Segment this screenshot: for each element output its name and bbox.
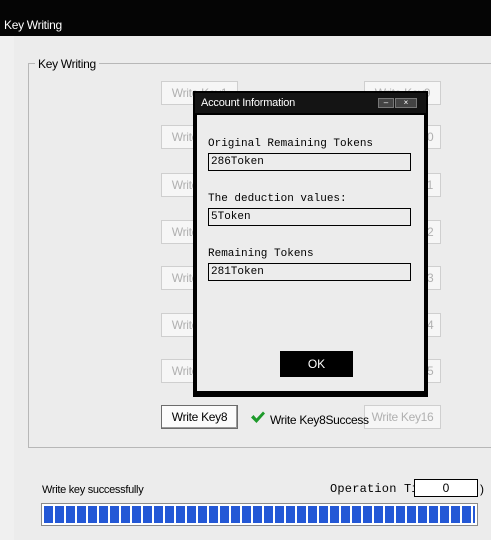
window-title: Key Writing <box>4 18 62 32</box>
close-icon[interactable]: × <box>395 98 417 108</box>
original-tokens-field[interactable]: 286Token <box>208 153 411 171</box>
progress-fill <box>44 506 475 523</box>
progress-bar <box>41 503 478 526</box>
deduction-field[interactable]: 5Token <box>208 208 411 226</box>
operation-time-label: Operation Tim <box>330 482 427 496</box>
original-tokens-label: Original Remaining Tokens <box>208 138 374 150</box>
operation-time-suffix: ) <box>480 482 484 496</box>
deduction-label: The deduction values: <box>208 193 347 205</box>
title-bar[interactable]: Key Writing <box>0 0 491 36</box>
groupbox-label: Key Writing <box>35 57 99 71</box>
dialog-body: Original Remaining Tokens 286Token The d… <box>197 115 424 391</box>
account-information-dialog: Account Information – × Original Remaini… <box>193 91 428 397</box>
write-key16-button[interactable]: Write Key16 <box>364 405 441 429</box>
status-message: Write key successfully <box>42 484 144 496</box>
write-key8-button[interactable]: Write Key8 <box>161 405 238 429</box>
write-success-message: Write Key8Success <box>270 413 369 427</box>
remaining-tokens-label: Remaining Tokens <box>208 248 314 260</box>
operation-time-value: 0 <box>414 479 478 497</box>
remaining-tokens-field[interactable]: 281Token <box>208 263 411 281</box>
key-writing-window: Key Writing Key Writing Write Key1 Write… <box>0 0 491 540</box>
dialog-title: Account Information <box>201 97 296 109</box>
checkmark-icon <box>250 409 266 425</box>
dialog-title-bar[interactable]: Account Information – × <box>195 93 426 113</box>
ok-button[interactable]: OK <box>280 351 353 377</box>
minimize-icon[interactable]: – <box>378 98 394 108</box>
